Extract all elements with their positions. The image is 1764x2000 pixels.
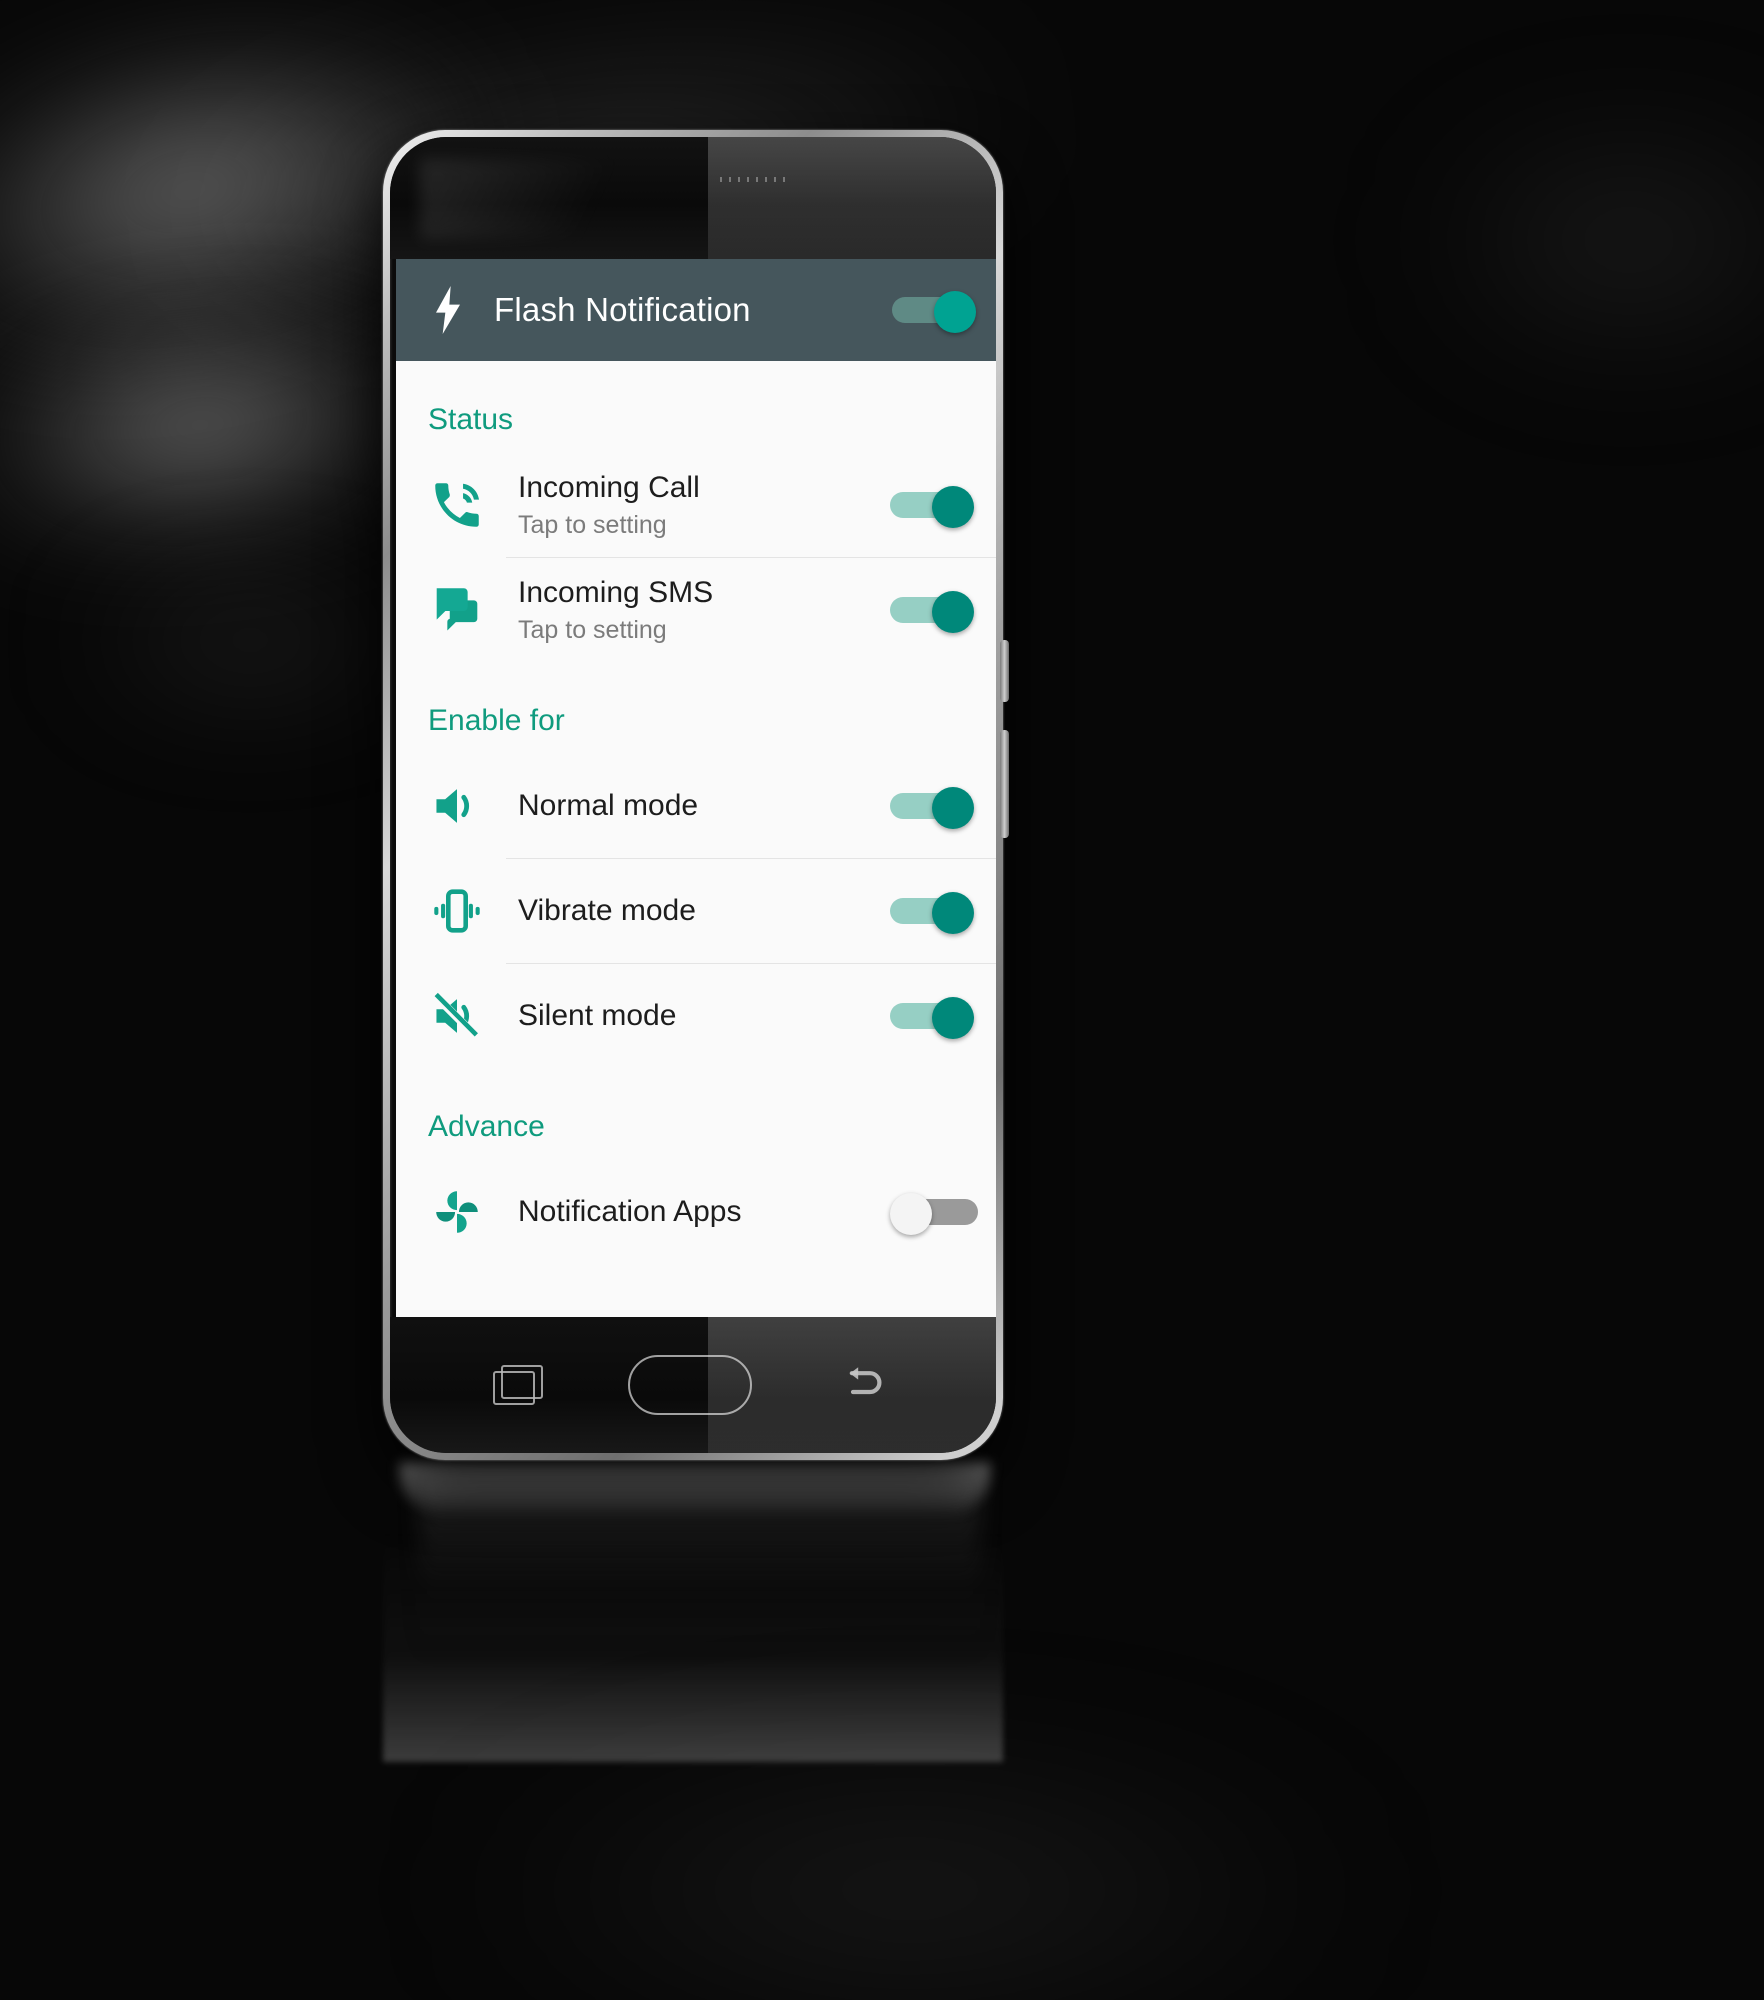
- volume-off-speaker-icon: [428, 987, 506, 1045]
- power-button[interactable]: [1000, 730, 1009, 838]
- toggle-thumb: [890, 1193, 932, 1235]
- phone-reflection-highlight: [400, 1462, 990, 1514]
- bezel-sheen: [708, 137, 996, 259]
- row-notification-apps[interactable]: Notification Apps: [396, 1160, 996, 1264]
- volume-up-speaker-icon: [428, 777, 506, 835]
- settings-list: Status Incoming Call Tap to setting Inco…: [396, 361, 996, 1331]
- section-header-advance: Advance: [428, 1110, 545, 1143]
- phone-mockup: Flash Notification Status Incoming Call …: [383, 130, 1009, 1460]
- toggle-silent-mode[interactable]: [890, 997, 974, 1039]
- row-subtitle: Tap to setting: [518, 615, 667, 644]
- row-incoming-sms[interactable]: Incoming SMS Tap to setting: [396, 558, 996, 662]
- row-title: Normal mode: [518, 789, 699, 823]
- row-title: Incoming Call: [518, 471, 700, 505]
- toggle-thumb: [932, 591, 974, 633]
- toggle-thumb: [932, 997, 974, 1039]
- toggle-thumb: [932, 787, 974, 829]
- section-header-enable-for: Enable for: [428, 704, 565, 737]
- toggle-vibrate-mode[interactable]: [890, 892, 974, 934]
- toggle-thumb: [932, 486, 974, 528]
- row-subtitle: Tap to setting: [518, 510, 667, 539]
- section-header-status: Status: [428, 403, 514, 436]
- row-title: Notification Apps: [518, 1195, 742, 1229]
- row-title: Incoming SMS: [518, 576, 714, 610]
- phone-incoming-call-icon: [428, 476, 506, 534]
- pinwheel-apps-icon: [428, 1183, 506, 1241]
- flash-bolt-icon: [426, 285, 470, 335]
- top-bezel: [390, 137, 996, 259]
- earpiece-speaker-icon: [720, 177, 792, 182]
- bezel-flare: [420, 159, 670, 239]
- app-bar: Flash Notification: [396, 259, 996, 361]
- row-title: Vibrate mode: [518, 894, 696, 928]
- row-label-group: Incoming Call Tap to setting: [506, 470, 876, 539]
- toggle-incoming-call[interactable]: [890, 486, 974, 528]
- page-title: Flash Notification: [494, 291, 751, 328]
- row-vibrate-mode[interactable]: Vibrate mode: [396, 859, 996, 963]
- android-navigation-bar: [390, 1317, 996, 1453]
- phone-screen: Flash Notification Status Incoming Call …: [396, 259, 996, 1331]
- row-label-group: Vibrate mode: [506, 893, 876, 928]
- row-label-group: Incoming SMS Tap to setting: [506, 575, 876, 644]
- toggle-normal-mode[interactable]: [890, 787, 974, 829]
- toggle-thumb: [934, 291, 976, 333]
- backlight-floor-glow: [420, 1740, 1400, 2000]
- back-arrow-icon[interactable]: [839, 1363, 893, 1408]
- row-incoming-call[interactable]: Incoming Call Tap to setting: [396, 453, 996, 557]
- home-button-icon[interactable]: [627, 1355, 752, 1415]
- row-label-group: Normal mode: [506, 788, 876, 823]
- backlight-streak-right: [1414, 120, 1764, 360]
- row-normal-mode[interactable]: Normal mode: [396, 754, 996, 858]
- phone-body: Flash Notification Status Incoming Call …: [390, 137, 996, 1453]
- bottom-bezel: [390, 1317, 996, 1453]
- recent-apps-icon[interactable]: [493, 1365, 544, 1405]
- row-title: Silent mode: [518, 999, 677, 1033]
- sms-chat-bubbles-icon: [428, 581, 506, 639]
- row-label-group: Notification Apps: [506, 1194, 876, 1229]
- vibrate-phone-icon: [428, 882, 506, 940]
- master-toggle[interactable]: [892, 291, 976, 333]
- toggle-notification-apps[interactable]: [890, 1193, 978, 1235]
- row-silent-mode[interactable]: Silent mode: [396, 964, 996, 1068]
- volume-button[interactable]: [1000, 640, 1009, 702]
- toggle-thumb: [932, 892, 974, 934]
- toggle-incoming-sms[interactable]: [890, 591, 974, 633]
- row-label-group: Silent mode: [506, 998, 876, 1033]
